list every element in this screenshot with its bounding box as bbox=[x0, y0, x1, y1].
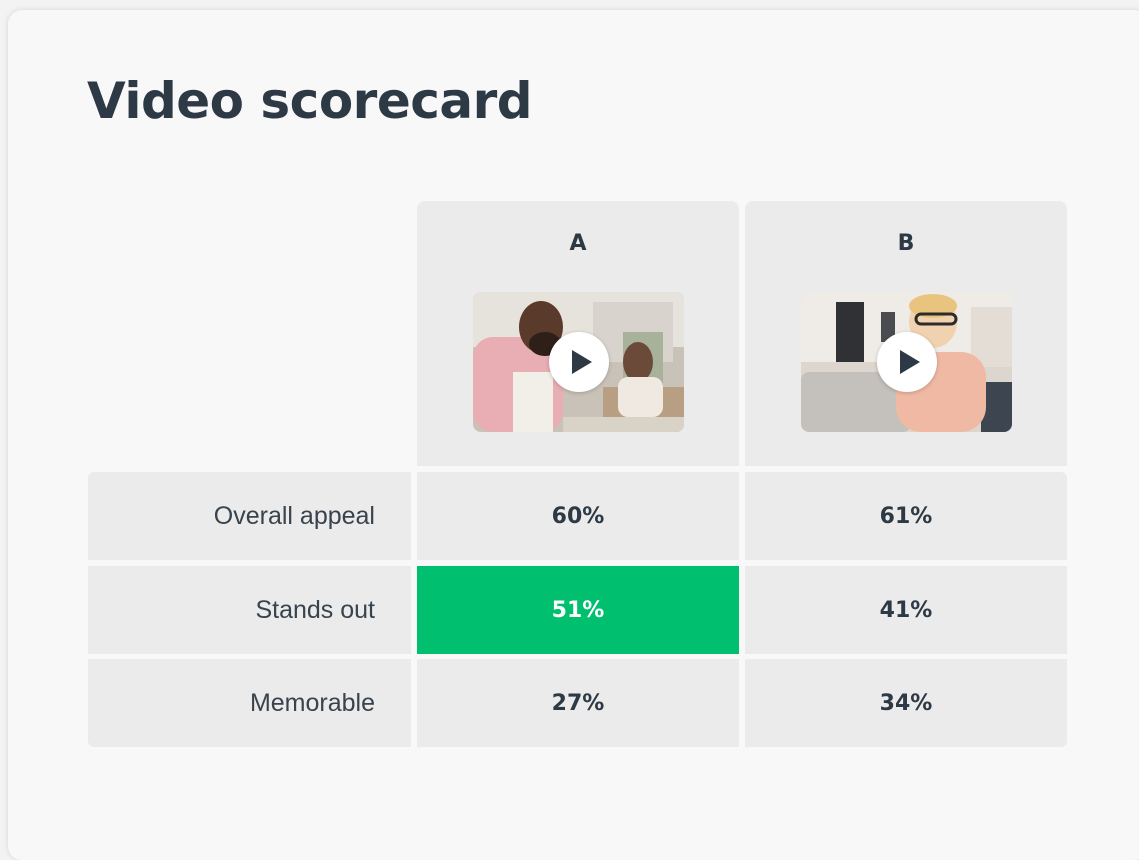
video-thumbnail-b[interactable] bbox=[801, 292, 1012, 432]
row-label-stands-out: Stands out bbox=[88, 566, 411, 654]
score-b-overall-appeal: 61% bbox=[745, 472, 1067, 560]
score-b-stands-out: 41% bbox=[745, 566, 1067, 654]
play-icon bbox=[899, 350, 920, 374]
row-label-memorable: Memorable bbox=[88, 659, 411, 747]
score-a-memorable: 27% bbox=[417, 659, 739, 747]
page-title: Video scorecard bbox=[87, 72, 533, 130]
play-button-a[interactable] bbox=[548, 332, 609, 392]
score-a-overall-appeal: 60% bbox=[417, 472, 739, 560]
column-b-label: B bbox=[897, 231, 915, 256]
column-a-label: A bbox=[569, 231, 587, 256]
play-button-b[interactable] bbox=[876, 332, 937, 392]
column-b-header: B bbox=[745, 201, 1067, 466]
score-a-stands-out-highlighted: 51% bbox=[417, 566, 739, 654]
score-b-memorable: 34% bbox=[745, 659, 1067, 747]
column-a-header: A bbox=[417, 201, 739, 466]
row-label-overall-appeal: Overall appeal bbox=[88, 472, 411, 560]
video-thumbnail-a[interactable] bbox=[473, 292, 684, 432]
play-icon bbox=[571, 350, 592, 374]
